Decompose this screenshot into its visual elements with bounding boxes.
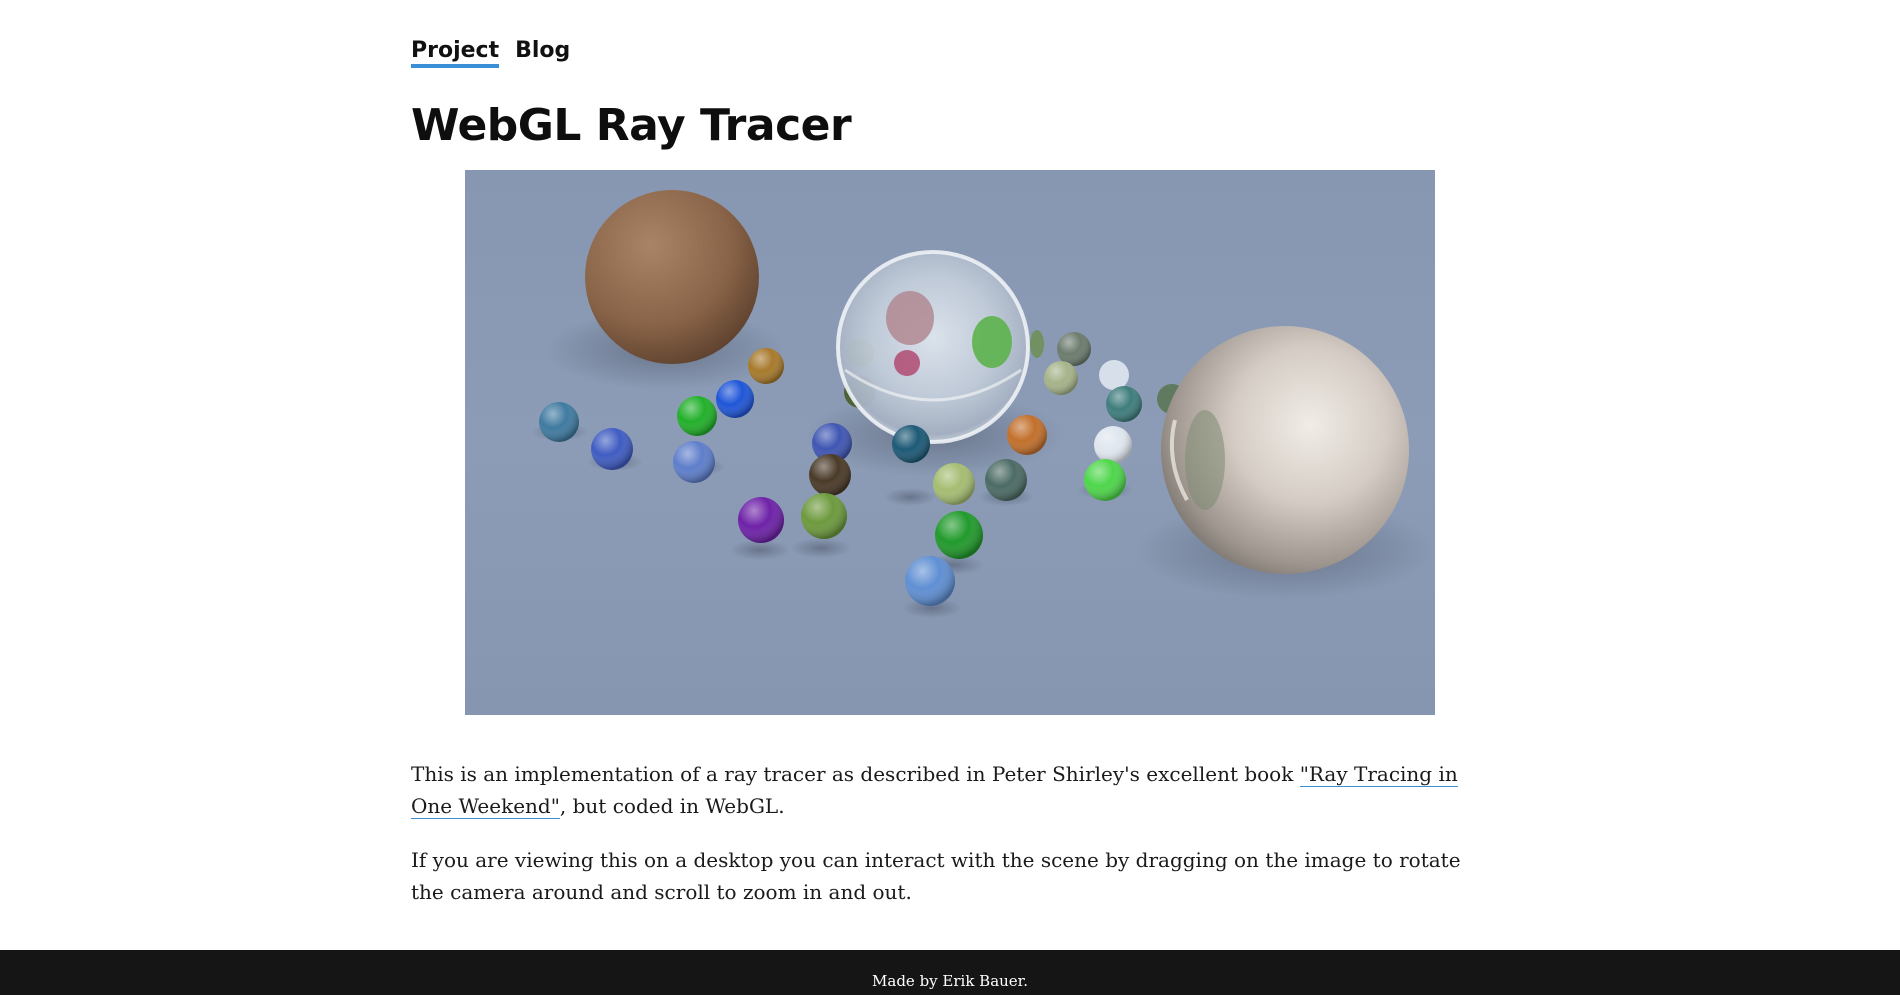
ray-traced-scene	[465, 170, 1435, 715]
interaction-paragraph: If you are viewing this on a desktop you…	[411, 848, 1461, 904]
nav-link-project[interactable]: Project	[411, 38, 500, 68]
ray-tracer-canvas[interactable]	[465, 170, 1435, 715]
intro-text-end: , but coded in WebGL.	[559, 794, 785, 818]
page-footer: Made by Erik Bauer.	[0, 950, 1900, 995]
footer-text: Made by Erik Bauer.	[872, 972, 1028, 990]
page-title: WebGL Ray Tracer	[411, 100, 852, 151]
nav-link-blog[interactable]: Blog	[515, 38, 570, 68]
top-nav: Project Blog	[411, 38, 570, 68]
intro-paragraph: This is an implementation of a ray trace…	[411, 758, 1489, 822]
intro-text-start: This is an implementation of a ray trace…	[411, 762, 1300, 786]
